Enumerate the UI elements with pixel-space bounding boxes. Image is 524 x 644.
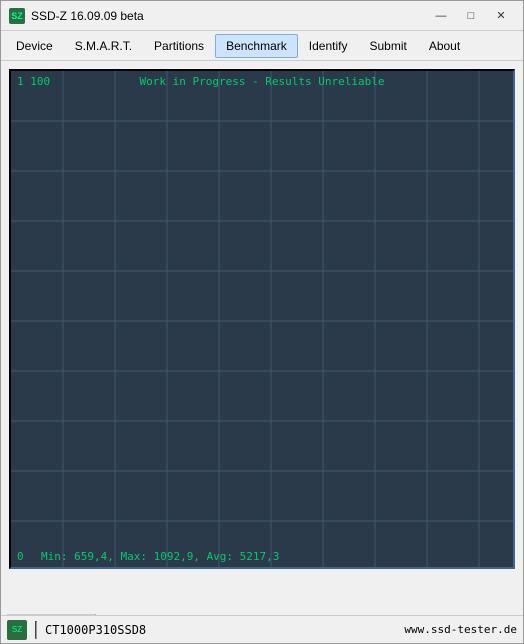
benchmark-chart: 1 100 Work in Progress - Results Unrelia…: [9, 69, 515, 569]
statusbar-divider: [35, 621, 37, 639]
chart-stats-label: Min: 659,4, Max: 1092,9, Avg: 5217,3: [41, 550, 279, 563]
menu-item-submit[interactable]: Submit: [358, 34, 417, 58]
maximize-button[interactable]: □: [457, 6, 485, 26]
chart-area: 1 100 Work in Progress - Results Unrelia…: [11, 71, 513, 567]
chart-grid: [11, 71, 513, 567]
title-bar: SZ SSD-Z 16.09.09 beta — □ ✕: [1, 1, 523, 31]
title-bar-left: SZ SSD-Z 16.09.09 beta: [9, 8, 144, 24]
chart-container: 1 100 Work in Progress - Results Unrelia…: [1, 61, 523, 609]
chart-label-top-left: 1 100: [17, 75, 50, 88]
menu-bar: Device S.M.A.R.T. Partitions Benchmark I…: [1, 31, 523, 61]
statusbar-url: www.ssd-tester.de: [404, 623, 517, 636]
minimize-button[interactable]: —: [427, 6, 455, 26]
menu-item-smart[interactable]: S.M.A.R.T.: [64, 34, 143, 58]
statusbar-app-icon: SZ: [7, 620, 27, 640]
chart-label-top-center: Work in Progress - Results Unreliable: [139, 75, 384, 88]
main-window: SZ SSD-Z 16.09.09 beta — □ ✕ Device S.M.…: [0, 0, 524, 644]
window-title: SSD-Z 16.09.09 beta: [31, 9, 144, 23]
menu-item-device[interactable]: Device: [5, 34, 64, 58]
app-icon: SZ: [9, 8, 25, 24]
menu-item-identify[interactable]: Identify: [298, 34, 359, 58]
menu-item-partitions[interactable]: Partitions: [143, 34, 215, 58]
status-bar: SZ CT1000P310SSD8 www.ssd-tester.de: [1, 615, 523, 643]
statusbar-device-text: CT1000P310SSD8: [45, 623, 146, 637]
chart-label-bottom-left: 0: [17, 550, 24, 563]
menu-item-about[interactable]: About: [418, 34, 471, 58]
close-button[interactable]: ✕: [487, 6, 515, 26]
window-controls: — □ ✕: [427, 6, 515, 26]
menu-item-benchmark[interactable]: Benchmark: [215, 34, 298, 58]
